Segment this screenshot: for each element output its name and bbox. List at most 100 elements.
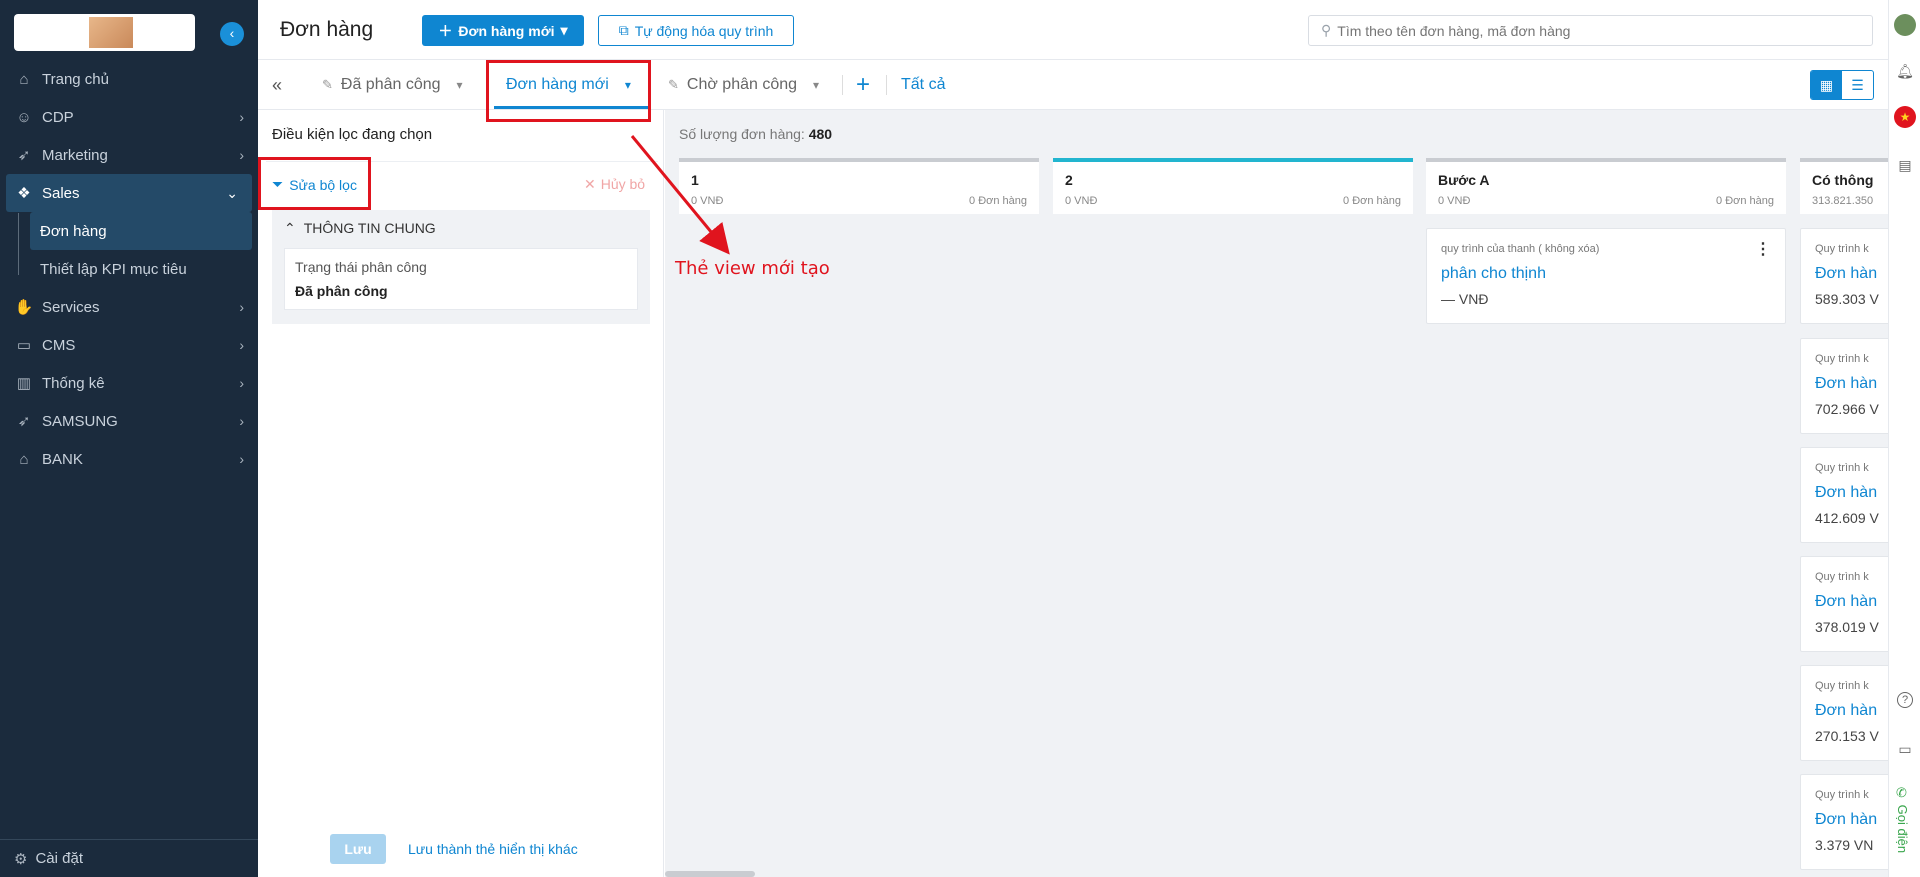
column-title: 2 <box>1065 172 1073 188</box>
sidebar-subitem-kpi[interactable]: Thiết lập KPI mục tiêu <box>0 250 258 288</box>
highlight-box-tab <box>486 60 651 122</box>
chevron-right-icon: › <box>239 109 244 125</box>
sidebar-item-cms[interactable]: ▭ CMS › <box>0 326 258 364</box>
kanban-column[interactable]: Bước A 0 VNĐ 0 Đơn hàng <box>1426 158 1786 214</box>
tab-all-label: Tất cả <box>901 76 946 93</box>
tab-label: Chờ phân công <box>686 76 798 93</box>
card-process: Quy trình k <box>1815 462 1869 474</box>
highlight-box-edit-filter <box>258 157 371 210</box>
sidebar: ‹ ⌂ Trang chủ ☺ CDP › ➶ Marketing › ❖ Sa… <box>0 0 258 877</box>
add-tab-button[interactable]: + <box>856 60 870 110</box>
sidebar-item-sales[interactable]: ❖ Sales ⌄ <box>6 174 252 212</box>
sidebar-settings[interactable]: ⚙ Cài đặt <box>0 839 258 877</box>
save-button[interactable]: Lưu <box>330 834 386 864</box>
card-title[interactable]: Đơn hàn <box>1815 375 1877 393</box>
tab-all[interactable]: Tất cả <box>901 60 945 110</box>
sidebar-item-label: Trang chủ <box>42 70 109 88</box>
annotation-arrow <box>630 135 730 255</box>
help-icon[interactable]: ? <box>1897 692 1913 708</box>
chevron-right-icon: › <box>239 299 244 315</box>
order-card[interactable]: Quy trình k Đơn hàn 270.153 V <box>1800 665 1888 761</box>
top-header: Đơn hàng ＋ Đơn hàng mới ▾ ⧉ Tự động hóa … <box>258 0 1888 60</box>
flag-icon[interactable]: ★ <box>1894 106 1916 128</box>
order-card[interactable]: Quy trình k Đơn hàn 589.303 V <box>1800 228 1888 324</box>
plus-icon: ＋ <box>438 22 453 39</box>
column-count: 0 Đơn hàng <box>1716 195 1774 207</box>
tab-pending-assign[interactable]: ✎ Chờ phân công ▾ <box>668 60 819 110</box>
sidebar-item-label: BANK <box>42 450 83 468</box>
sidebar-item-home[interactable]: ⌂ Trang chủ <box>0 60 258 98</box>
column-title: Bước A <box>1438 172 1490 188</box>
chevron-right-icon: › <box>239 147 244 163</box>
condition-value: Đã phân công <box>295 283 388 299</box>
pin-icon: ✎ <box>322 77 333 92</box>
bell-icon[interactable]: 🔔︎ <box>1894 60 1916 82</box>
call-label: Gọi điện <box>1895 804 1910 854</box>
order-card[interactable]: Quy trình k Đơn hàn 3.379 VN <box>1800 774 1888 870</box>
horizontal-scrollbar[interactable] <box>665 871 755 877</box>
sidebar-item-stats[interactable]: ▥ Thống kê › <box>0 364 258 402</box>
chevron-right-icon: › <box>239 451 244 467</box>
more-vertical-icon[interactable]: ⋮ <box>1755 239 1771 259</box>
chevron-right-icon: › <box>239 413 244 429</box>
sidebar-item-cdp[interactable]: ☺ CDP › <box>0 98 258 136</box>
automation-button[interactable]: ⧉ Tự động hóa quy trình <box>598 15 794 46</box>
annotation-label: Thẻ view mới tạo <box>675 258 830 279</box>
card-title[interactable]: Đơn hàn <box>1815 484 1877 502</box>
new-order-button[interactable]: ＋ Đơn hàng mới ▾ <box>422 15 584 46</box>
collapse-filter-button[interactable]: « <box>272 60 282 110</box>
filter-condition-card: Trạng thái phân công Đã phân công <box>284 248 638 310</box>
search-box[interactable]: ⚲ <box>1308 15 1873 46</box>
list-view-icon[interactable]: ☰ <box>1842 71 1873 99</box>
collapse-sidebar-button[interactable]: ‹ <box>220 22 244 46</box>
card-value: 270.153 V <box>1815 728 1879 744</box>
grid-view-icon[interactable]: ▦ <box>1811 71 1842 99</box>
sidebar-item-marketing[interactable]: ➶ Marketing › <box>0 136 258 174</box>
kanban-column[interactable]: Có thông 313.821.350 <box>1800 158 1888 214</box>
kanban-column[interactable]: 2 0 VNĐ 0 Đơn hàng <box>1053 158 1413 214</box>
card-process: Quy trình k <box>1815 353 1869 365</box>
card-title[interactable]: Đơn hàn <box>1815 593 1877 611</box>
card-value: 412.609 V <box>1815 510 1879 526</box>
card-title[interactable]: phân cho thịnh <box>1441 265 1546 283</box>
monitor-icon[interactable]: ▭ <box>1894 738 1916 760</box>
caret-down-icon: ▾ <box>813 78 820 92</box>
search-input[interactable] <box>1337 22 1858 39</box>
card-title[interactable]: Đơn hàn <box>1815 702 1877 720</box>
user-icon: ☺ <box>16 108 32 126</box>
card-value: 3.379 VN <box>1815 837 1874 853</box>
search-icon: ⚲ <box>1321 22 1332 38</box>
count-value: 480 <box>808 126 833 142</box>
handshake-icon: ❖ <box>17 185 31 202</box>
sidebar-item-label: Thống kê <box>42 374 105 392</box>
gear-icon: ⚙ <box>14 850 28 868</box>
order-card[interactable]: Quy trình k Đơn hàn 378.019 V <box>1800 556 1888 652</box>
section-header[interactable]: ⌃ THÔNG TIN CHUNG <box>284 220 436 237</box>
card-value: 378.019 V <box>1815 619 1879 635</box>
sidebar-subitem-orders[interactable]: Đơn hàng <box>30 212 252 250</box>
sidebar-item-samsung[interactable]: ➶ SAMSUNG › <box>0 402 258 440</box>
sidebar-subitem-label: Thiết lập KPI mục tiêu <box>40 260 187 278</box>
logo[interactable] <box>14 14 195 51</box>
tab-separator <box>842 75 843 95</box>
card-title[interactable]: Đơn hàn <box>1815 811 1877 829</box>
column-title: Có thông <box>1812 172 1874 188</box>
card-process: Quy trình k <box>1815 243 1869 255</box>
tab-label: Đã phân công <box>340 76 441 93</box>
card-process: Quy trình k <box>1815 789 1869 801</box>
avatar[interactable] <box>1894 14 1916 36</box>
order-card[interactable]: quy trình của thanh ( không xóa) phân ch… <box>1426 228 1786 324</box>
order-card[interactable]: Quy trình k Đơn hàn 702.966 V <box>1800 338 1888 434</box>
tab-assigned[interactable]: ✎ Đã phân công ▾ <box>322 60 463 110</box>
bank-icon: ⌂ <box>19 450 29 468</box>
page-title: Đơn hàng <box>280 18 374 41</box>
sidebar-item-bank[interactable]: ⌂ BANK › <box>0 440 258 478</box>
call-button[interactable]: ✆ Gọi điện <box>1895 786 1910 853</box>
save-as-view-link[interactable]: Lưu thành thẻ hiển thị khác <box>408 841 578 857</box>
order-card[interactable]: Quy trình k Đơn hàn 412.609 V <box>1800 447 1888 543</box>
monitor-icon: ▭ <box>16 337 32 354</box>
store-icon[interactable]: ▤ <box>1894 154 1916 176</box>
card-title[interactable]: Đơn hàn <box>1815 265 1877 283</box>
sidebar-item-services[interactable]: ✋ Services › <box>0 288 258 326</box>
rocket-icon: ➶ <box>17 413 31 430</box>
